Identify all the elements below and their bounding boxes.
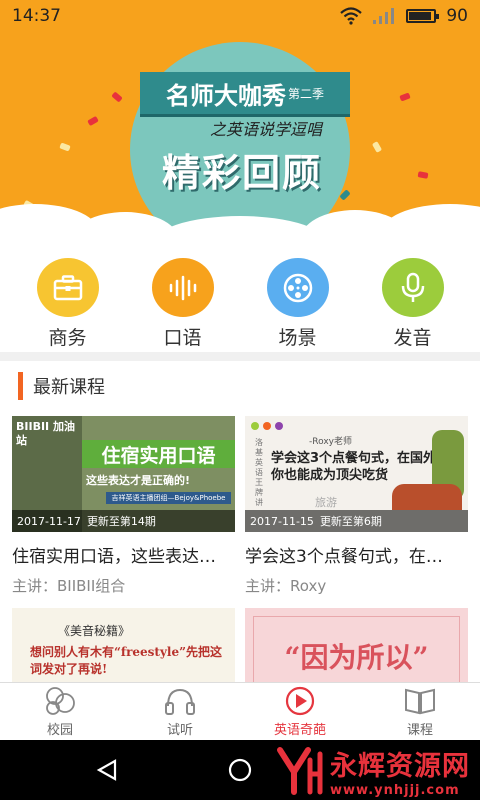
category-icon-circle [266, 258, 329, 317]
banner-headline: 精彩回顾 [162, 151, 323, 195]
course-date: 2017-11-15 [250, 514, 314, 528]
banner-ribbon: 名师大咖秀 第二季 [140, 72, 350, 114]
banner-ribbon-season: 第二季 [287, 86, 324, 101]
book-icon [405, 688, 435, 714]
nav-tab-listen[interactable]: 试听 [120, 683, 240, 740]
section-accent-bar [18, 372, 23, 400]
thumb-vertical-text: 洛基英语王牌讲 [255, 438, 263, 507]
thumb-heading: “因为所以” [284, 641, 429, 674]
watermark-logo-icon [277, 747, 323, 795]
status-bar: 14:37 90 [0, 0, 480, 32]
category-icon-circle [151, 258, 214, 317]
thumb-heading: 学会这3个点餐句式，在国外你也能成为顶尖吃货 [271, 451, 437, 483]
signal-icon [373, 8, 395, 24]
category-business[interactable]: 商务 [18, 258, 118, 350]
back-icon[interactable] [95, 758, 119, 782]
watermark: 永辉资源网 www.ynhjjj.com [274, 744, 470, 798]
confetti [59, 142, 71, 152]
course-title: 学会这3个点餐句式，在… [245, 547, 443, 567]
nav-tab-courses[interactable]: 课程 [360, 683, 480, 740]
nav-label: 校园 [46, 722, 73, 738]
course-thumbnail: BIIBII 加油站 住宿实用口语 这些表达才是正确的! 吉祥英语主播团组—Be… [12, 416, 235, 532]
confetti [371, 141, 383, 153]
category-label: 口语 [163, 327, 202, 349]
thumb-tag: BIIBII 加油站 [16, 420, 75, 447]
watermark-text: 永辉资源网 www.ynhjjj.com [330, 744, 470, 798]
battery-level [409, 12, 431, 20]
course-date: 2017-11-17 [17, 514, 81, 528]
confetti [399, 92, 411, 102]
course-title: 住宿实用口语，这些表达… [12, 547, 216, 567]
status-indicators: 90 [340, 6, 468, 26]
category-label: 商务 [48, 327, 87, 349]
thumb-side-label: 旅游 [315, 496, 337, 509]
wifi-icon [340, 7, 363, 25]
course-thumbnail: “因为所以” [245, 608, 468, 682]
nav-label: 课程 [406, 722, 433, 738]
briefcase-icon [53, 274, 82, 300]
course-card[interactable]: 《美音秘籍》 想问别人有木有“freestyle”先把这词发对了再说! [12, 608, 235, 682]
thumb-subheading: 这些表达才是正确的! [86, 474, 191, 487]
bottom-navigation: 校园 试听 英语奇葩 课程 [0, 682, 480, 740]
course-update: 更新至第6期 [319, 515, 382, 528]
confetti [111, 91, 123, 103]
category-speaking[interactable]: 口语 [133, 258, 233, 350]
course-card[interactable]: “因为所以” [245, 608, 468, 682]
watermark-url: www.ynhjjj.com [330, 783, 460, 798]
thumb-caption: 2017-11-17 更新至第14期 [12, 510, 235, 532]
banner-subtitle: 之英语说学逗唱 [210, 120, 323, 139]
microphone-icon [401, 272, 424, 302]
category-pronunciation[interactable]: 发音 [363, 258, 463, 350]
system-navigation-bar: 永辉资源网 www.ynhjjj.com [0, 740, 480, 800]
category-label: 场景 [278, 327, 317, 349]
cloud-shape [380, 204, 480, 246]
thumb-food-image [392, 484, 462, 510]
section-header: 最新课程 [18, 370, 105, 402]
status-time: 14:37 [12, 6, 61, 26]
thumb-heading: 想问别人有木有“freestyle”先把这词发对了再说! [30, 645, 223, 676]
thumb-byline: 吉祥英语主播团组—Bejoy&Phoebe [106, 492, 231, 504]
nav-tab-campus[interactable]: 校园 [0, 683, 120, 740]
campus-icon [46, 686, 75, 715]
course-thumbnail: 《美音秘籍》 想问别人有木有“freestyle”先把这词发对了再说! [12, 608, 235, 682]
category-scenes[interactable]: 场景 [248, 258, 348, 350]
watermark-name: 永辉资源网 [330, 751, 470, 782]
category-row: 商务 口语 场景 发音 [0, 258, 480, 350]
confetti [417, 171, 429, 179]
thumb-dots [251, 422, 283, 430]
soundwave-icon [169, 275, 196, 300]
course-card[interactable]: BIIBII 加油站 住宿实用口语 这些表达才是正确的! 吉祥英语主播团组—Be… [12, 416, 235, 596]
course-teacher: 主讲：BIIBII组合 [12, 577, 126, 595]
banner-ribbon-title: 名师大咖秀 [165, 80, 286, 110]
app-screen: 14:37 90 名师大咖秀 第二季 之英语说学逗唱 精彩回顾 商务 口语 场景… [0, 0, 480, 800]
thumb-tag: 《美音秘籍》 [58, 624, 131, 638]
category-label: 发音 [393, 327, 432, 349]
course-teacher: 主讲：Roxy [245, 577, 327, 595]
course-card[interactable]: -Roxy老师 洛基英语王牌讲 学会这3个点餐句式，在国外你也能成为顶尖吃货 旅… [245, 416, 468, 596]
nav-label: 英语奇葩 [273, 722, 326, 738]
promo-banner[interactable]: 名师大咖秀 第二季 之英语说学逗唱 精彩回顾 [0, 32, 480, 246]
home-icon[interactable] [228, 758, 252, 782]
film-reel-icon [283, 273, 312, 302]
nav-label: 试听 [166, 722, 193, 738]
section-title: 最新课程 [33, 377, 105, 398]
thumb-caption: 2017-11-15 更新至第6期 [245, 510, 468, 532]
battery-percent: 90 [446, 6, 468, 26]
course-update: 更新至第14期 [86, 515, 156, 528]
play-circle-icon [285, 686, 315, 715]
thumb-author: -Roxy老师 [309, 437, 352, 447]
battery-icon [406, 9, 440, 23]
headphones-icon [165, 688, 195, 715]
confetti [87, 115, 99, 127]
nav-tab-english-fun[interactable]: 英语奇葩 [240, 683, 360, 740]
category-icon-circle [381, 258, 444, 317]
thumb-heading: 住宿实用口语 [82, 440, 235, 468]
section-divider [0, 352, 480, 361]
course-thumbnail: -Roxy老师 洛基英语王牌讲 学会这3个点餐句式，在国外你也能成为顶尖吃货 旅… [245, 416, 468, 532]
category-icon-circle [36, 258, 99, 317]
